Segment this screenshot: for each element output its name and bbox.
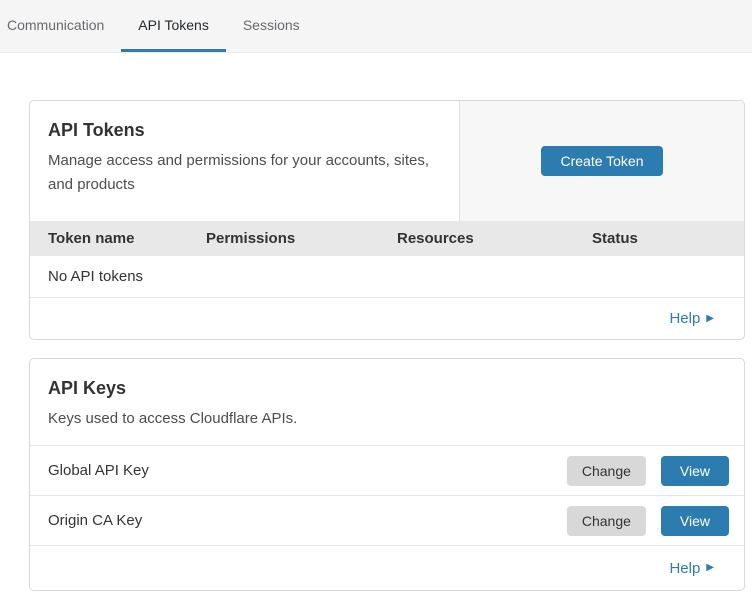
view-origin-ca-key-button[interactable]: View	[661, 506, 729, 536]
key-row-global-api-key: Global API Key Change View	[30, 446, 744, 496]
help-arrow-icon: ▶	[706, 314, 714, 324]
api-tokens-card-action-panel: Create Token	[460, 101, 744, 221]
api-keys-help-row: Help ▶	[30, 546, 744, 590]
key-row-origin-ca-key: Origin CA Key Change View	[30, 496, 744, 546]
settings-tab-bar: Communication API Tokens Sessions	[0, 0, 752, 53]
change-origin-ca-key-button[interactable]: Change	[567, 506, 646, 536]
api-tokens-card-header-text: API Tokens Manage access and permissions…	[30, 101, 460, 221]
api-keys-card-header: API Keys Keys used to access Cloudflare …	[30, 359, 744, 446]
tokens-empty-state: No API tokens	[30, 256, 744, 298]
tokens-column-permissions: Permissions	[206, 230, 397, 247]
view-global-api-key-button[interactable]: View	[661, 456, 729, 486]
api-keys-help-link[interactable]: Help ▶	[669, 560, 714, 577]
help-arrow-icon: ▶	[706, 563, 714, 573]
api-tokens-card: API Tokens Manage access and permissions…	[29, 100, 745, 340]
api-tokens-card-header: API Tokens Manage access and permissions…	[30, 101, 744, 221]
help-link-label: Help	[669, 310, 700, 327]
tab-communication[interactable]: Communication	[0, 0, 121, 52]
api-keys-title: API Keys	[48, 375, 726, 401]
api-keys-description: Keys used to access Cloudflare APIs.	[48, 407, 726, 431]
change-global-api-key-button[interactable]: Change	[567, 456, 646, 486]
tokens-column-status: Status	[592, 230, 744, 247]
help-link-label: Help	[669, 560, 700, 577]
api-tokens-title: API Tokens	[48, 117, 439, 143]
key-name-label: Origin CA Key	[48, 512, 567, 529]
tab-api-tokens[interactable]: API Tokens	[121, 0, 226, 52]
api-tokens-help-row: Help ▶	[30, 298, 744, 339]
tab-sessions[interactable]: Sessions	[226, 0, 317, 52]
tokens-column-token-name: Token name	[48, 230, 206, 247]
api-tokens-description: Manage access and permissions for your a…	[48, 149, 439, 197]
tokens-empty-message: No API tokens	[48, 268, 143, 285]
main-content: API Tokens Manage access and permissions…	[0, 53, 752, 591]
api-tokens-help-link[interactable]: Help ▶	[669, 310, 714, 327]
create-token-button[interactable]: Create Token	[541, 146, 662, 176]
api-keys-card: API Keys Keys used to access Cloudflare …	[29, 358, 745, 591]
key-name-label: Global API Key	[48, 462, 567, 479]
tokens-column-resources: Resources	[397, 230, 592, 247]
tokens-table-header: Token name Permissions Resources Status	[30, 221, 744, 256]
